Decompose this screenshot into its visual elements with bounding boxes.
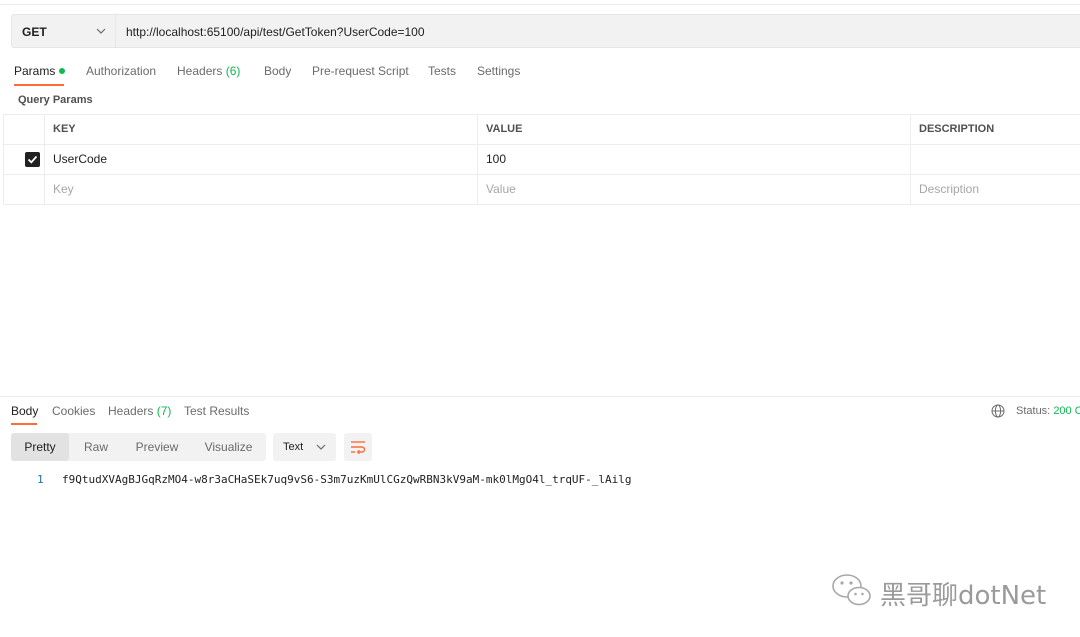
response-divider[interactable] <box>0 396 1080 397</box>
method-select[interactable]: GET <box>11 14 115 48</box>
tab-headers[interactable]: Headers (6) <box>177 64 240 78</box>
wrap-lines-icon <box>351 441 366 454</box>
tab-tests-label: Tests <box>428 64 457 78</box>
response-tab-test-results[interactable]: Test Results <box>184 404 249 418</box>
status-value: 200 O <box>1053 405 1080 417</box>
tab-params-label: Params <box>14 64 56 78</box>
format-label: Text <box>283 441 304 453</box>
view-raw-button[interactable]: Raw <box>69 433 123 461</box>
new-row-checkbox-cell <box>3 175 44 205</box>
tab-pre-request-script[interactable]: Pre-request Script <box>312 64 409 78</box>
tab-pre-request-script-label: Pre-request Script <box>312 64 409 78</box>
response-tab-headers-count: (7) <box>156 404 172 418</box>
new-description-input[interactable]: Description <box>910 175 1080 205</box>
param-key-cell[interactable]: UserCode <box>44 145 477 175</box>
tab-headers-count: (6) <box>225 64 241 78</box>
wechat-icon <box>832 574 871 606</box>
wrap-lines-button[interactable] <box>344 433 372 461</box>
new-value-input[interactable]: Value <box>477 175 910 205</box>
new-key-input[interactable]: Key <box>44 175 477 205</box>
response-status: Status: 200 O <box>1016 405 1080 417</box>
chevron-down-icon <box>96 28 106 34</box>
query-params-title: Query Params <box>18 94 93 106</box>
table-row-new: Key Value Description <box>3 174 1080 205</box>
tab-settings-label: Settings <box>477 64 521 78</box>
response-tab-body-label: Body <box>11 404 39 418</box>
tab-settings[interactable]: Settings <box>477 64 520 78</box>
globe-icon[interactable] <box>991 404 1005 418</box>
response-tab-test-results-label: Test Results <box>184 404 250 418</box>
param-value-cell[interactable]: 100 <box>477 145 910 175</box>
table-header-row: KEY VALUE DESCRIPTION <box>3 114 1080 145</box>
tab-body[interactable]: Body <box>264 64 291 78</box>
top-border <box>0 4 1080 5</box>
response-tab-headers-label: Headers <box>108 404 154 418</box>
tab-params[interactable]: Params <box>14 64 66 78</box>
tab-authorization-label: Authorization <box>86 64 157 78</box>
url-text: http://localhost:65100/api/test/GetToken… <box>126 25 425 39</box>
table-row: UserCode 100 <box>3 144 1080 175</box>
param-description-cell[interactable] <box>910 145 1080 175</box>
response-active-tab-indicator <box>11 423 37 425</box>
view-visualize-button[interactable]: Visualize <box>191 433 266 461</box>
column-header-description: DESCRIPTION <box>910 115 1080 145</box>
checkmark-icon <box>27 155 38 164</box>
url-input[interactable]: http://localhost:65100/api/test/GetToken… <box>115 14 1080 48</box>
params-active-dot <box>59 67 66 74</box>
tab-tests[interactable]: Tests <box>428 64 456 78</box>
tab-authorization[interactable]: Authorization <box>86 64 156 78</box>
row-checkbox-cell <box>3 145 44 175</box>
view-preview-button[interactable]: Preview <box>123 433 191 461</box>
response-tab-cookies-label: Cookies <box>52 404 96 418</box>
line-number: 1 <box>37 473 44 486</box>
response-tab-body[interactable]: Body <box>11 404 38 418</box>
active-tab-indicator <box>14 84 64 86</box>
response-body-line[interactable]: f9QtudXVAgBJGqRzMO4-w8r3aCHaSEk7uq9vS6-S… <box>62 473 632 486</box>
table-bottom-border <box>3 204 1080 205</box>
watermark-text: 黑哥聊dotNet <box>880 581 1047 611</box>
tab-headers-label: Headers <box>177 64 223 78</box>
method-label: GET <box>22 25 47 39</box>
column-header-value: VALUE <box>477 115 910 145</box>
header-checkbox-cell <box>3 115 44 145</box>
param-enabled-checkbox[interactable] <box>25 152 40 167</box>
response-tab-cookies[interactable]: Cookies <box>52 404 95 418</box>
column-header-key: KEY <box>44 115 477 145</box>
view-pretty-button[interactable]: Pretty <box>11 433 69 461</box>
tab-body-label: Body <box>264 64 292 78</box>
status-label: Status: <box>1016 405 1051 417</box>
chevron-down-icon <box>316 444 326 450</box>
response-tab-headers[interactable]: Headers (7) <box>108 404 171 418</box>
format-select[interactable]: Text <box>273 433 336 461</box>
view-mode-group: Pretty Raw Preview Visualize <box>11 433 266 461</box>
